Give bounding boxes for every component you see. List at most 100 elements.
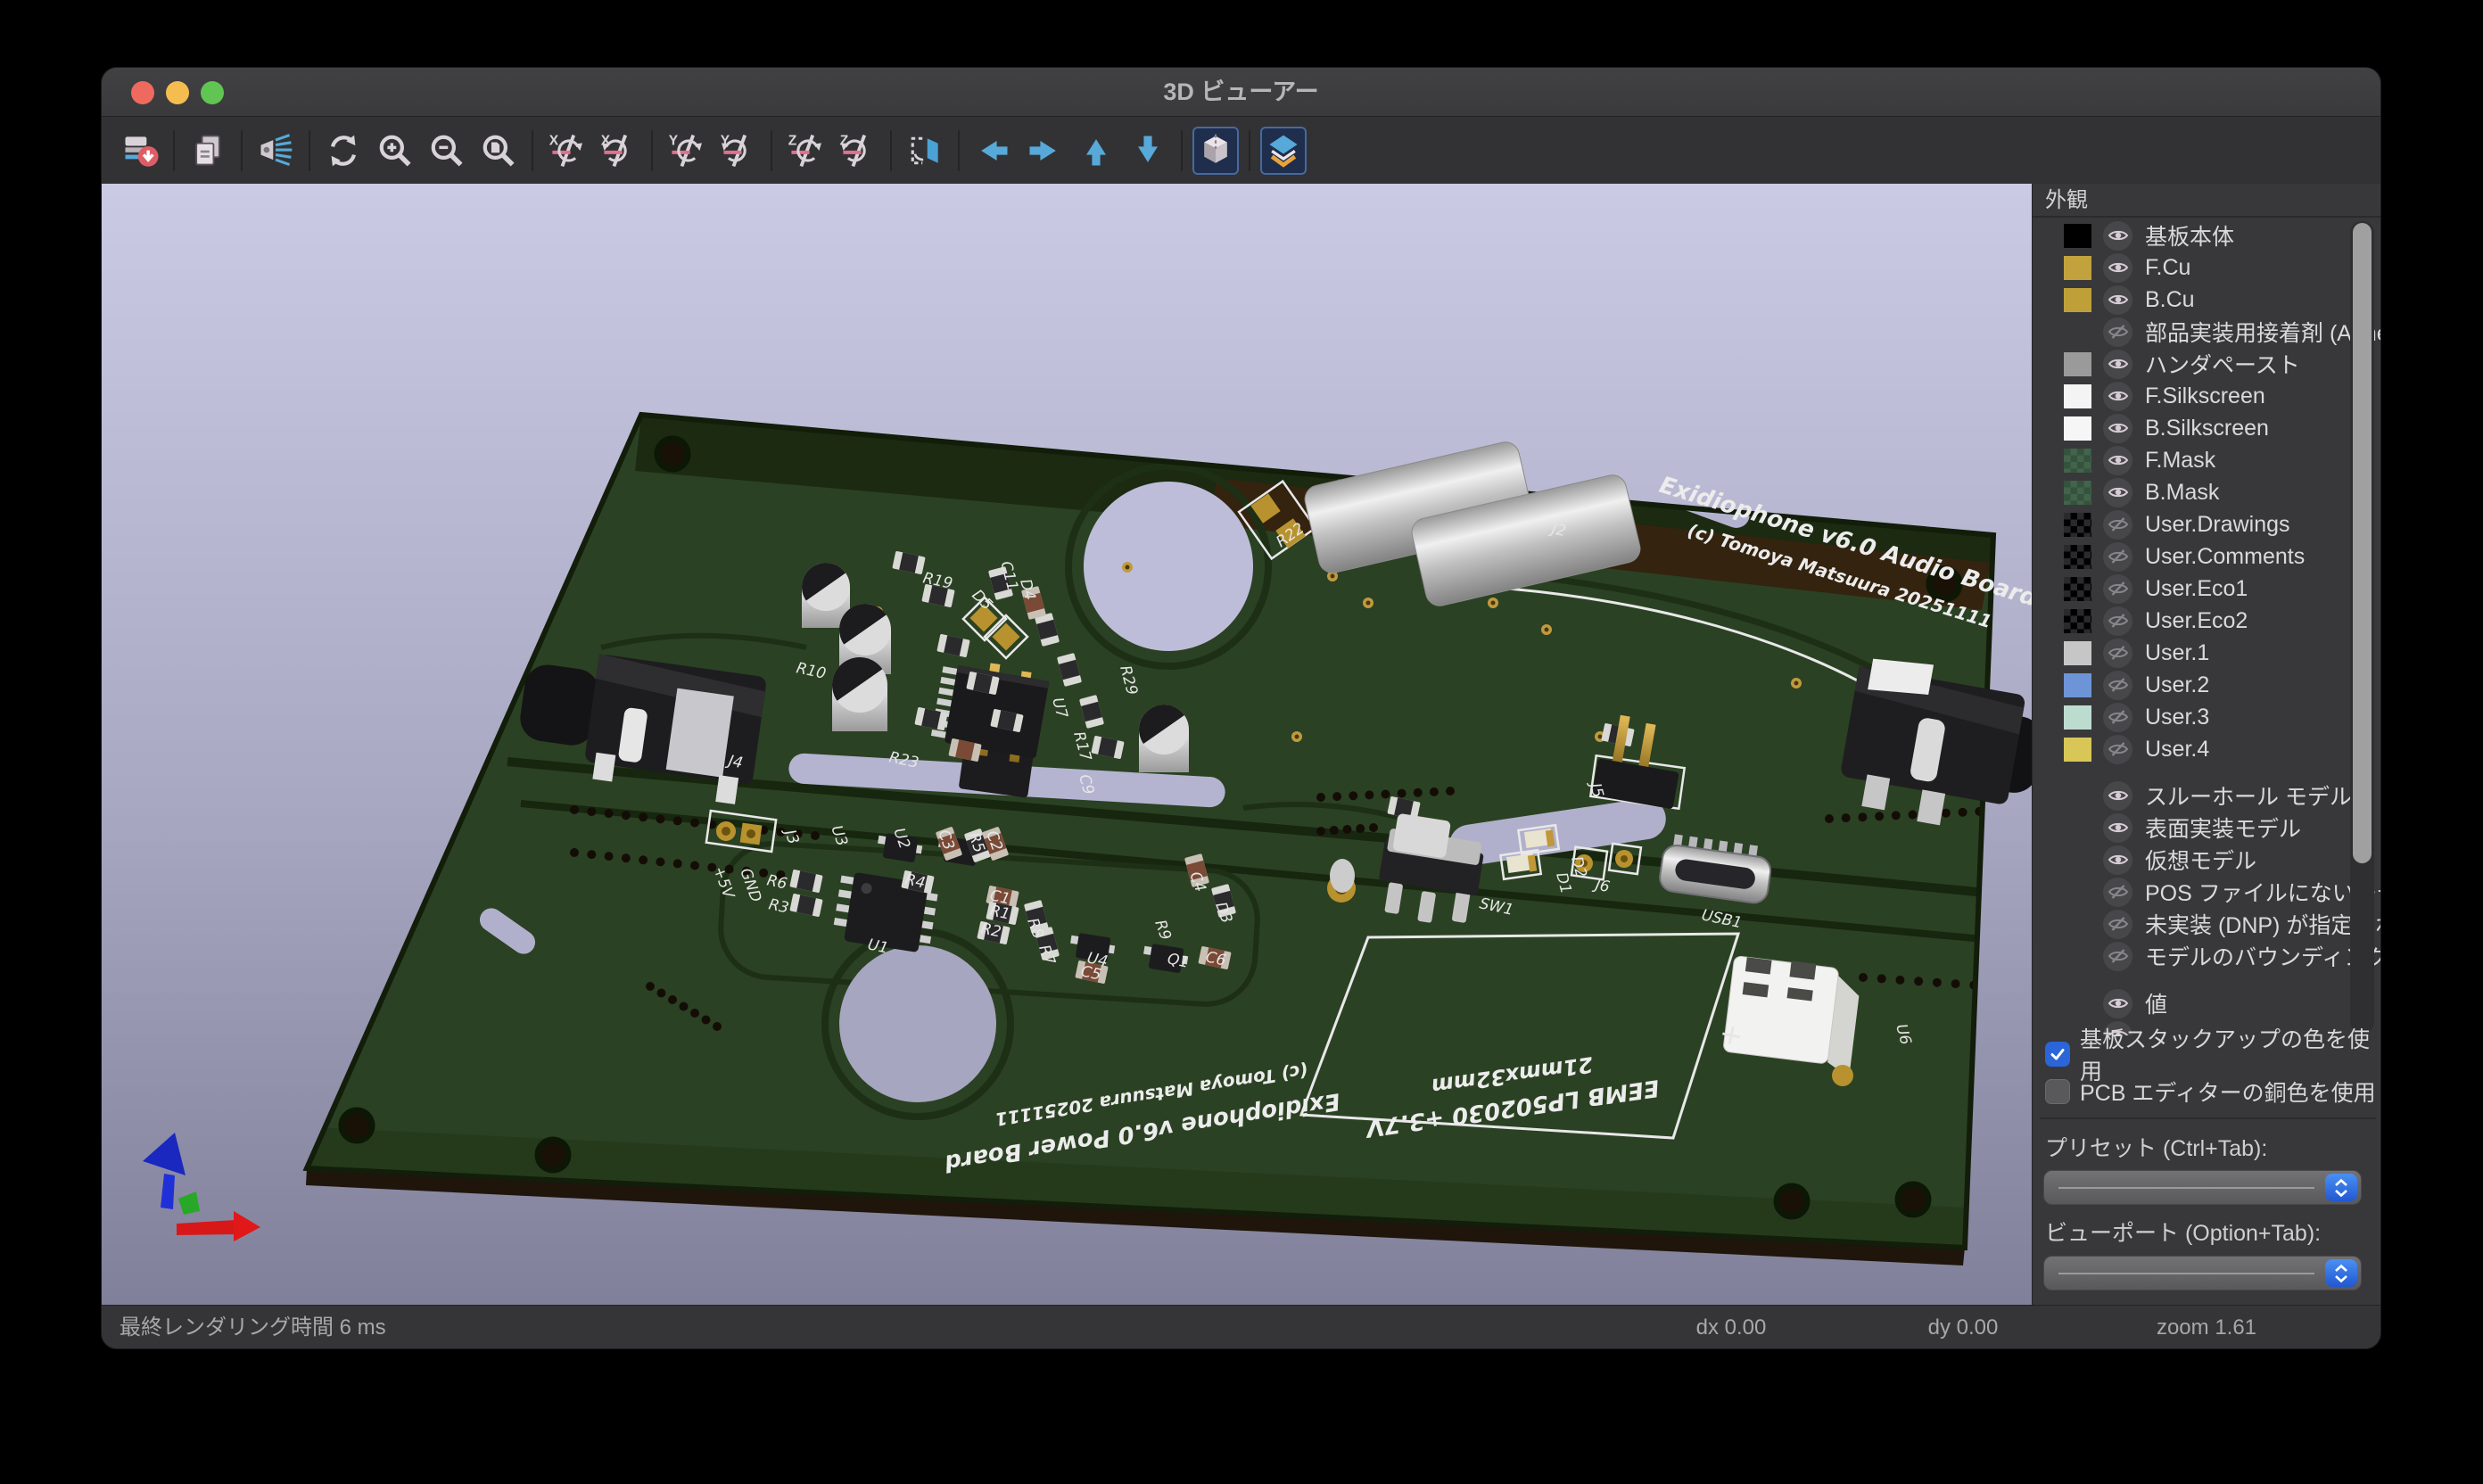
- zoom-out-icon: [427, 131, 466, 170]
- layer-label: B.Silkscreen: [2145, 416, 2269, 441]
- layer-color-swatch[interactable]: [2064, 513, 2091, 537]
- visibility-off-icon[interactable]: [2103, 542, 2132, 572]
- toolbar-redraw-button[interactable]: [320, 127, 367, 175]
- layer-row: ハンダペースト: [2033, 348, 2380, 380]
- visibility-off-icon[interactable]: [2103, 639, 2132, 668]
- toolbar-render-current-view-button[interactable]: [252, 127, 299, 175]
- visibility-off-icon[interactable]: [2103, 606, 2132, 636]
- toolbar-separator: [1249, 130, 1250, 171]
- visibility-off-icon[interactable]: [2103, 735, 2132, 764]
- flip-board-icon: [905, 131, 945, 170]
- visibility-on-icon[interactable]: [2103, 414, 2132, 443]
- layer-color-swatch[interactable]: [2064, 352, 2091, 376]
- viewport-3d[interactable]: Exidiophone v6.0 Audio Board (c) Tomoya …: [102, 184, 2032, 1305]
- dy-status: dy 0.00: [1928, 1306, 1999, 1349]
- model-option-label: POS ファイルにないモデル: [2145, 876, 2380, 908]
- option-row: 値: [2033, 987, 2380, 1019]
- toolbar-rotate-y-counterclockwise-button[interactable]: Y: [714, 127, 761, 175]
- layer-row: User.Eco1: [2033, 573, 2380, 605]
- toolbar-separator: [771, 130, 772, 171]
- toolbar-zoom-in-button[interactable]: [372, 127, 418, 175]
- panel-scrollbar[interactable]: [2350, 221, 2374, 1034]
- visibility-on-icon[interactable]: [2103, 781, 2132, 811]
- visibility-on-icon[interactable]: [2103, 285, 2132, 315]
- layer-color-swatch[interactable]: [2064, 416, 2091, 441]
- toolbar-move-down-button[interactable]: [1125, 127, 1171, 175]
- toolbar-flip-board-button[interactable]: [902, 127, 948, 175]
- layer-color-swatch[interactable]: [2064, 738, 2091, 762]
- checkbox-row: 基板スタックアップの色を使用: [2033, 1035, 2380, 1073]
- orthographic-projection-icon: [1196, 131, 1235, 170]
- layer-color-swatch[interactable]: [2064, 449, 2091, 473]
- toolbar: XXYYZZ: [102, 118, 2380, 184]
- toolbar-rotate-y-clockwise-button[interactable]: Y: [663, 127, 709, 175]
- toolbar-rotate-z-counterclockwise-button[interactable]: Z: [834, 127, 880, 175]
- svg-text:X: X: [549, 134, 559, 149]
- model-option-row: 未実装 (DNP) が指定されたモデル: [2033, 908, 2380, 940]
- dropdown-stepper-icon[interactable]: [2325, 1174, 2357, 1201]
- toolbar-rotate-z-clockwise-button[interactable]: Z: [782, 127, 829, 175]
- toolbar-copy-image-button[interactable]: [185, 127, 231, 175]
- layer-color-swatch[interactable]: [2064, 288, 2091, 312]
- layer-color-swatch[interactable]: [2064, 577, 2091, 601]
- visibility-on-icon[interactable]: [2103, 446, 2132, 475]
- titlebar[interactable]: 3D ビューアー: [102, 68, 2380, 117]
- checkbox-unchecked[interactable]: [2045, 1079, 2070, 1104]
- move-up-icon: [1077, 131, 1116, 170]
- pcb-3d-scene[interactable]: Exidiophone v6.0 Audio Board (c) Tomoya …: [102, 184, 2032, 1305]
- layer-row: User.Drawings: [2033, 508, 2380, 540]
- model-option-row: 表面実装モデル: [2033, 812, 2380, 844]
- panel-scrollbar-thumb[interactable]: [2353, 223, 2372, 863]
- dropdown-stepper-icon[interactable]: [2325, 1259, 2357, 1287]
- toolbar-move-up-button[interactable]: [1073, 127, 1119, 175]
- visibility-on-icon[interactable]: [2103, 253, 2132, 283]
- visibility-on-icon[interactable]: [2103, 813, 2132, 843]
- layer-label: B.Cu: [2145, 287, 2195, 313]
- toolbar-orthographic-projection-button[interactable]: [1192, 127, 1239, 175]
- visibility-off-icon[interactable]: [2103, 574, 2132, 604]
- layer-row: B.Cu: [2033, 284, 2380, 316]
- toolbar-appearance-panel-toggle-button[interactable]: [1260, 127, 1307, 175]
- toolbar-rotate-x-counterclockwise-button[interactable]: X: [595, 127, 641, 175]
- toolbar-zoom-out-button[interactable]: [424, 127, 470, 175]
- visibility-on-icon[interactable]: [2103, 478, 2132, 507]
- layer-color-swatch[interactable]: [2064, 545, 2091, 569]
- preset-dropdown[interactable]: [2043, 1170, 2362, 1205]
- layer-color-swatch[interactable]: [2064, 256, 2091, 280]
- layer-color-swatch[interactable]: [2064, 481, 2091, 505]
- layer-color-swatch[interactable]: [2064, 705, 2091, 730]
- toolbar-separator: [173, 130, 175, 171]
- visibility-off-icon[interactable]: [2103, 510, 2132, 540]
- layer-color-swatch[interactable]: [2064, 609, 2091, 633]
- appearance-panel-toggle-icon: [1264, 131, 1303, 170]
- visibility-off-icon[interactable]: [2103, 703, 2132, 732]
- visibility-off-icon[interactable]: [2103, 942, 2132, 971]
- visibility-off-icon[interactable]: [2103, 878, 2132, 907]
- visibility-off-icon[interactable]: [2103, 910, 2132, 939]
- checkbox-row: PCB エディターの銅色を使用: [2033, 1073, 2380, 1110]
- layer-color-swatch[interactable]: [2064, 384, 2091, 408]
- rotate-x-counterclockwise-icon: X: [598, 131, 638, 170]
- visibility-on-icon[interactable]: [2103, 845, 2132, 875]
- toolbar-move-right-button[interactable]: [1021, 127, 1068, 175]
- layer-color-swatch[interactable]: [2064, 673, 2091, 697]
- visibility-on-icon[interactable]: [2103, 350, 2132, 379]
- visibility-off-icon[interactable]: [2103, 317, 2132, 347]
- toolbar-move-left-button[interactable]: [969, 127, 1016, 175]
- layer-color-swatch[interactable]: [2064, 224, 2091, 248]
- toolbar-rotate-x-clockwise-button[interactable]: X: [543, 127, 590, 175]
- toolbar-zoom-to-fit-button[interactable]: [475, 127, 522, 175]
- visibility-on-icon[interactable]: [2103, 989, 2132, 1018]
- swatch-spacer: [2064, 784, 2091, 808]
- visibility-on-icon[interactable]: [2103, 382, 2132, 411]
- checkbox-checked[interactable]: [2045, 1042, 2070, 1067]
- visibility-on-icon[interactable]: [2103, 221, 2132, 251]
- layer-label: F.Cu: [2145, 255, 2190, 281]
- layer-row: User.1: [2033, 637, 2380, 669]
- swatch-spacer: [2064, 320, 2091, 344]
- swatch-spacer: [2064, 880, 2091, 904]
- viewport-dropdown[interactable]: [2043, 1256, 2362, 1290]
- layer-color-swatch[interactable]: [2064, 641, 2091, 665]
- toolbar-reload-board-button[interactable]: [117, 127, 163, 175]
- visibility-off-icon[interactable]: [2103, 671, 2132, 700]
